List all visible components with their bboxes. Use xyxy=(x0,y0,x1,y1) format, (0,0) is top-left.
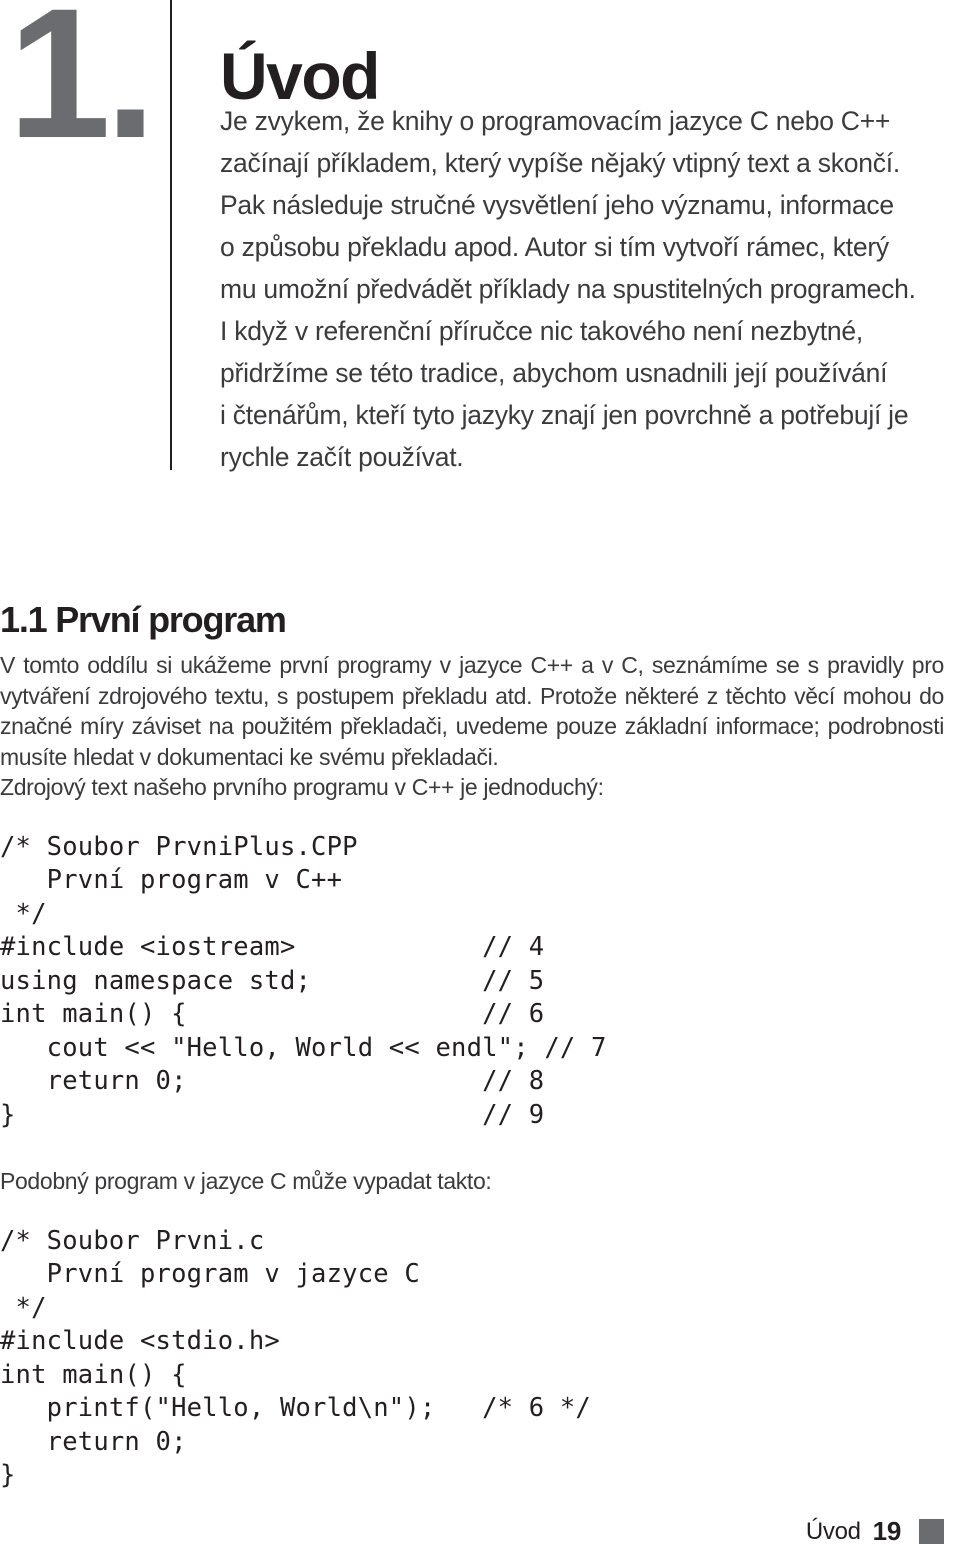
code-line: #include <stdio.h> xyxy=(0,1326,280,1356)
intro-line: začínají příkladem, který vypíše nějaký … xyxy=(220,148,900,178)
chapter-header: 1. Úvod Je zvykem, že knihy o programova… xyxy=(0,0,960,500)
section-first-program: 1.1 První program V tomto oddílu si ukáž… xyxy=(0,598,944,1493)
chapter-intro-paragraph: Je zvykem, že knihy o programovacím jazy… xyxy=(220,100,932,478)
code-line: */ xyxy=(0,1292,47,1323)
code-line: */ xyxy=(0,898,47,929)
intro-line: mu umožní předvádět příklady na spustite… xyxy=(220,274,916,304)
code-block-c: /* Soubor Prvni.c První program v jazyce… xyxy=(0,1225,944,1493)
intro-line: Pak následuje stručné vysvětlení jeho vý… xyxy=(220,190,894,220)
footer-chapter-label: Úvod xyxy=(805,1517,861,1545)
code-line: } xyxy=(0,1460,16,1490)
code-line: printf("Hello, World\n"); /* 6 */ xyxy=(0,1393,591,1423)
code-line: return 0; xyxy=(0,1426,187,1457)
code-line: int main() { xyxy=(0,1359,187,1390)
section-heading: 1.1 První program xyxy=(0,599,287,640)
section-paragraph: V tomto oddílu si ukážeme první programy… xyxy=(0,652,944,770)
code-line: /* Soubor PrvniPlus.CPP xyxy=(0,831,358,862)
code-line: using namespace std; // 5 xyxy=(0,965,545,996)
intro-line: Je zvykem, že knihy o programovacím jazy… xyxy=(220,106,891,136)
footer-page-number: 19 xyxy=(872,1516,902,1546)
code-line: int main() { // 6 xyxy=(0,999,545,1029)
footer-square-icon xyxy=(919,1519,944,1544)
page-footer: Úvod 19 xyxy=(0,1516,944,1547)
chapter-vertical-rule xyxy=(170,0,172,470)
c-code-lead-in: Podobný program v jazyce C může vypadat … xyxy=(0,1168,492,1194)
intro-line: přidržíme se této tradice, abychom usnad… xyxy=(220,358,888,388)
code-block-cpp: /* Soubor PrvniPlus.CPP První program v … xyxy=(0,831,944,1133)
intro-line: i čtenářům, kteří tyto jazyky znají jen … xyxy=(220,400,909,430)
code-line: cout << "Hello, World << endl"; // 7 xyxy=(0,1032,607,1063)
intro-line: o způsobu překladu apod. Autor si tím vy… xyxy=(220,232,889,262)
cpp-code-lead-in: Zdrojový text našeho prvního programu v … xyxy=(0,774,604,800)
code-line: #include <iostream> // 4 xyxy=(0,932,545,962)
chapter-number: 1. xyxy=(8,0,156,177)
code-line: První program v jazyce C xyxy=(0,1259,420,1289)
code-line: } // 9 xyxy=(0,1099,545,1130)
code-line: /* Soubor Prvni.c xyxy=(0,1225,265,1256)
intro-line: rychle začít používat. xyxy=(220,442,464,472)
code-line: První program v C++ xyxy=(0,865,343,895)
code-line: return 0; // 8 xyxy=(0,1066,545,1096)
intro-line: I když v referenční příručce nic takovéh… xyxy=(220,316,863,346)
